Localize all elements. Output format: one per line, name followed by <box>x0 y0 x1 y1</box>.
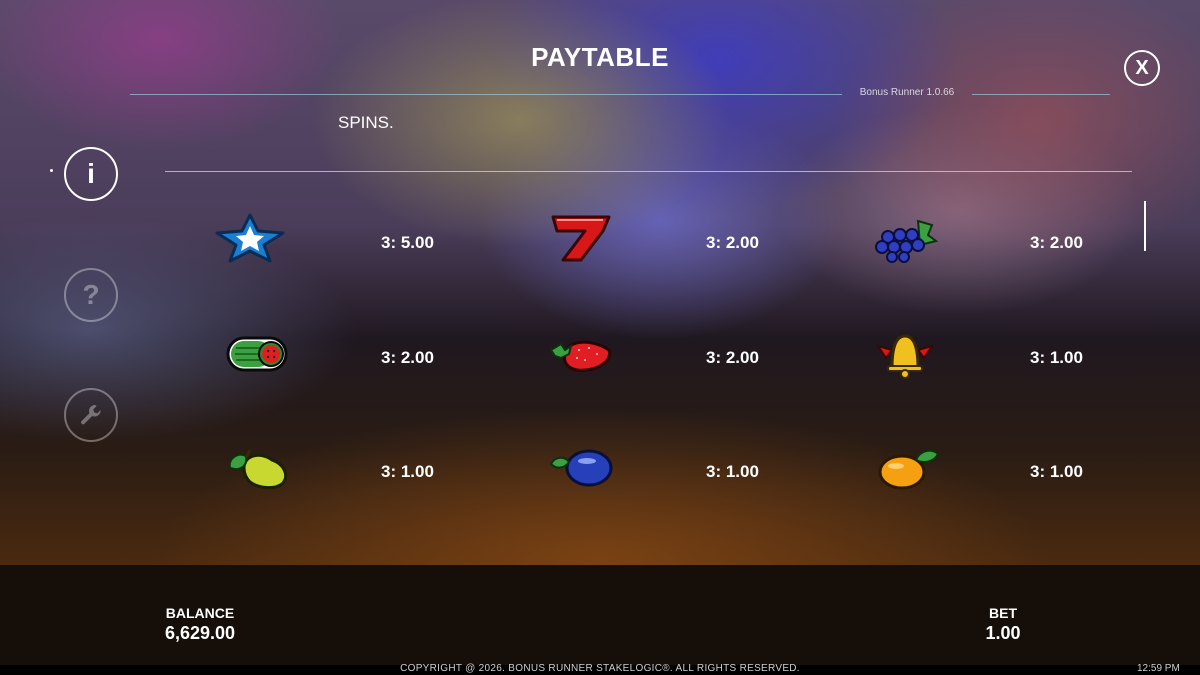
bet-label: BET <box>989 605 1017 621</box>
symbol-bell <box>860 318 950 388</box>
star-icon <box>215 213 285 263</box>
payout-plum: 3: 1.00 <box>706 462 759 481</box>
help-icon: ? <box>82 279 100 310</box>
payout-watermelon: 3: 2.00 <box>381 348 434 367</box>
copyright-text: COPYRIGHT @ 2026. BONUS RUNNER STAKELOGI… <box>400 663 800 674</box>
scrollbar[interactable] <box>1144 201 1146 251</box>
wrench-icon <box>81 404 101 425</box>
payout-star: 3: 5.00 <box>381 233 434 252</box>
grapes-icon <box>875 219 939 263</box>
settings-button[interactable] <box>64 388 118 442</box>
pear-icon <box>228 449 288 490</box>
header-divider-left <box>130 94 842 95</box>
version-label: Bonus Runner 1.0.66 <box>859 87 955 98</box>
page-title: PAYTABLE <box>531 42 669 72</box>
info-icon: i <box>87 158 95 189</box>
intro-text: SPINS. <box>338 113 394 132</box>
symbol-watermelon <box>210 318 300 388</box>
symbol-strawberry <box>535 318 625 388</box>
symbol-plum <box>535 432 625 502</box>
strawberry-icon <box>549 340 612 372</box>
content-divider <box>165 171 1132 172</box>
symbol-seven <box>535 203 625 273</box>
close-button[interactable]: X <box>1124 50 1160 86</box>
watermelon-icon <box>226 336 288 372</box>
bell-icon <box>875 334 935 379</box>
bet-value: 1.00 <box>985 623 1021 643</box>
payout-seven: 3: 2.00 <box>706 233 759 252</box>
header-divider-right <box>972 94 1110 95</box>
payout-grapes: 3: 2.00 <box>1030 233 1083 252</box>
payout-pear: 3: 1.00 <box>381 462 434 481</box>
seven-icon <box>551 215 611 262</box>
balance-value: 6,629.00 <box>164 623 236 643</box>
symbol-pear <box>210 432 300 502</box>
plum-icon <box>549 449 613 487</box>
orange-icon <box>878 449 940 490</box>
symbol-grapes <box>860 203 950 273</box>
payout-orange: 3: 1.00 <box>1030 462 1083 481</box>
info-button[interactable]: i <box>64 147 118 201</box>
help-button[interactable]: ? <box>64 268 118 322</box>
clock: 12:59 PM <box>1137 663 1180 674</box>
payout-strawberry: 3: 2.00 <box>706 348 759 367</box>
page-indicator-dot <box>50 169 53 172</box>
balance-label: BALANCE <box>165 605 235 621</box>
payout-bell: 3: 1.00 <box>1030 348 1083 367</box>
symbol-star <box>205 203 295 273</box>
symbol-orange <box>860 432 950 502</box>
